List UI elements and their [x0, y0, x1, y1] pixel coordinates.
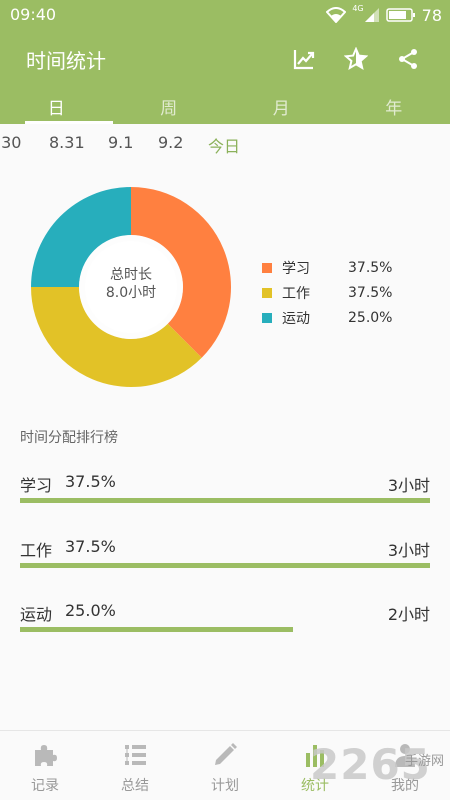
share-icon: [399, 49, 417, 69]
legend-label: 工作: [282, 285, 310, 302]
legend-label: 运动: [282, 310, 310, 327]
ranking-track: [20, 563, 430, 568]
legend-percent: 37.5%: [348, 284, 393, 301]
nav-label: 统计: [301, 778, 329, 794]
ranking-percent: 37.5%: [65, 537, 116, 556]
trend-chart-icon: [293, 50, 315, 70]
nav-item-plan[interactable]: 计划: [180, 731, 270, 800]
date-item[interactable]: .30: [0, 133, 21, 152]
ranking-percent: 25.0%: [65, 601, 116, 620]
ranking-track: [20, 627, 430, 632]
legend-percent: 37.5%: [348, 259, 393, 276]
period-tabs: 日 周 月 年: [0, 90, 450, 124]
legend-item: 学习 37.5%: [262, 255, 422, 280]
ranking-row[interactable]: 学习 37.5% 3小时: [20, 472, 430, 516]
chart-legend: 学习 37.5% 工作 37.5% 运动 25.0%: [262, 255, 422, 330]
nav-item-mine[interactable]: 我的: [360, 731, 450, 800]
legend-swatch: [262, 312, 272, 323]
network-type: 4G: [352, 4, 364, 13]
list-icon: [125, 745, 146, 765]
nav-label: 我的: [391, 778, 419, 794]
share-button[interactable]: [393, 44, 423, 74]
nav-label: 计划: [211, 778, 239, 794]
battery-level: 78: [421, 5, 442, 25]
date-item-today[interactable]: 今日: [208, 133, 240, 157]
ranking-duration: 2小时: [387, 605, 430, 624]
person-icon: [395, 744, 415, 767]
ranking-bar: [20, 563, 430, 568]
app-bar: 时间统计: [0, 30, 450, 90]
nav-label: 总结: [121, 778, 149, 794]
battery-icon: [385, 8, 415, 22]
date-strip: .30 8.31 9.1 9.2 今日: [0, 130, 450, 158]
center-label: 总时长: [110, 267, 152, 283]
puzzle-icon: [35, 745, 57, 766]
favorite-button[interactable]: [341, 44, 371, 74]
ranking-row[interactable]: 工作 37.5% 3小时: [20, 537, 430, 581]
legend-label: 学习: [282, 260, 310, 277]
status-time: 09:40: [10, 5, 57, 24]
date-item[interactable]: 9.2: [158, 133, 183, 152]
legend-swatch: [262, 287, 272, 298]
wifi-icon: [326, 7, 347, 23]
time-distribution-chart: 总时长 8.0小时 学习 37.5% 工作 37.5% 运动 25.0%: [0, 170, 450, 410]
legend-percent: 25.0%: [348, 309, 393, 326]
star-icon: [344, 47, 368, 71]
ranking-name: 运动: [20, 605, 53, 624]
ranking-track: [20, 498, 430, 503]
tab-week[interactable]: 周: [113, 90, 226, 124]
signal-icon: [364, 8, 379, 22]
trend-button[interactable]: [289, 44, 319, 74]
legend-item: 运动 25.0%: [262, 305, 422, 330]
ranking-bar: [20, 627, 294, 632]
status-bar: 09:40 4G 78: [0, 0, 450, 30]
status-icons: 4G 78: [326, 4, 442, 26]
ranking-row[interactable]: 运动 25.0% 2小时: [20, 601, 430, 645]
bar-chart-icon: [306, 745, 324, 767]
ranking-name: 学习: [20, 476, 53, 495]
tab-month[interactable]: 月: [225, 90, 338, 124]
pencil-icon: [215, 743, 237, 765]
center-value: 8.0小时: [105, 285, 157, 301]
nav-label: 记录: [31, 778, 59, 794]
bottom-navigation: 记录 总结 计划 统计 我的: [0, 730, 450, 800]
page-title: 时间统计: [26, 49, 106, 73]
ranking-percent: 37.5%: [65, 472, 116, 491]
nav-item-record[interactable]: 记录: [0, 731, 90, 800]
app-header: 09:40 4G 78 时间统计 日 周 月 年: [0, 0, 450, 124]
legend-item: 工作 37.5%: [262, 280, 422, 305]
nav-item-stats[interactable]: 统计: [270, 731, 360, 800]
nav-item-summary[interactable]: 总结: [90, 731, 180, 800]
ranking-name: 工作: [20, 541, 53, 560]
ranking-duration: 3小时: [387, 476, 430, 495]
ranking-duration: 3小时: [387, 541, 430, 560]
date-item[interactable]: 9.1: [108, 133, 133, 152]
chart-center: 总时长 8.0小时: [86, 266, 176, 302]
ranking-bar: [20, 498, 430, 503]
ranking-title: 时间分配排行榜: [20, 430, 118, 446]
date-item[interactable]: 8.31: [49, 133, 85, 152]
tab-day[interactable]: 日: [0, 90, 113, 124]
legend-swatch: [262, 262, 272, 273]
tab-year[interactable]: 年: [338, 90, 450, 124]
